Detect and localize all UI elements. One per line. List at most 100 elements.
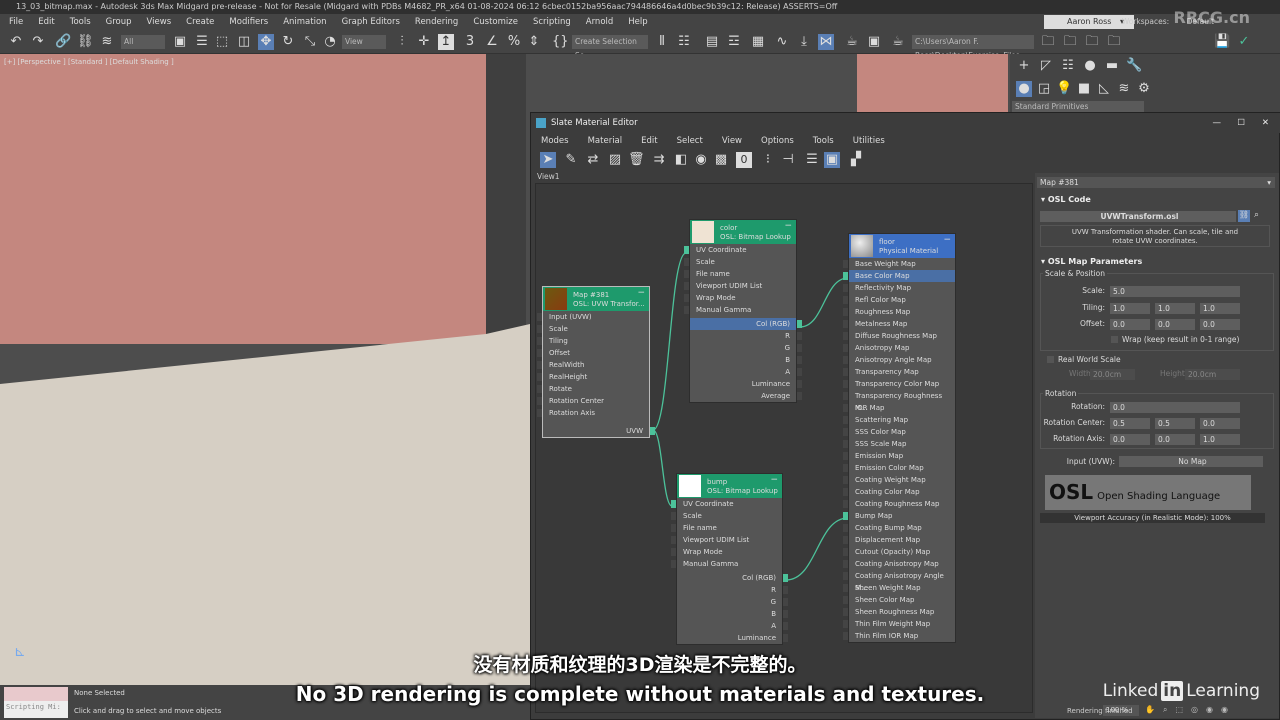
output-socket[interactable]: [783, 574, 788, 582]
input-slot[interactable]: File name: [684, 268, 796, 280]
layout-children-icon[interactable]: ⊣: [780, 152, 796, 168]
input-slot[interactable]: Thin Film IOR Map: [843, 630, 955, 642]
input-socket[interactable]: [843, 272, 848, 280]
angle-snap-icon[interactable]: ∠: [484, 34, 500, 50]
node-bump[interactable]: bump OSL: Bitmap Lookup − UV Coordinate Scal…: [671, 473, 788, 645]
input-socket[interactable]: [537, 349, 542, 357]
node-wire[interactable]: [785, 517, 849, 581]
show-background-icon[interactable]: ▩: [713, 152, 729, 168]
input-slot[interactable]: Scale: [537, 323, 649, 335]
sme-menu-utilities[interactable]: Utilities: [853, 136, 885, 146]
menu-rendering[interactable]: Rendering: [415, 17, 458, 27]
output-socket[interactable]: [783, 610, 788, 618]
output-slot[interactable]: Luminance: [690, 378, 802, 390]
input-slot[interactable]: UV Coordinate: [671, 498, 782, 510]
curve-editor-icon[interactable]: ∿: [774, 34, 790, 50]
input-socket[interactable]: [843, 536, 848, 544]
node-color[interactable]: color OSL: Bitmap Lookup − UV Coordinate Sca…: [684, 219, 802, 403]
osl-code-rollout[interactable]: ▾ OSL Code: [1035, 189, 1091, 204]
sme-menu-options[interactable]: Options: [761, 136, 794, 146]
input-socket[interactable]: [843, 512, 848, 520]
show-map-in-viewport-icon[interactable]: ◉: [693, 152, 709, 168]
input-slot[interactable]: Tiling: [537, 335, 649, 347]
input-socket[interactable]: [843, 404, 848, 412]
input-socket[interactable]: [843, 320, 848, 328]
select-move-icon[interactable]: ✥: [258, 34, 274, 50]
delete-icon[interactable]: 🗑: [628, 152, 645, 168]
input-socket[interactable]: [843, 344, 848, 352]
menu-graph-editors[interactable]: Graph Editors: [342, 17, 400, 27]
hide-unused-slots-icon[interactable]: ◧: [673, 152, 689, 168]
new-project-icon[interactable]: 🗀: [1062, 34, 1078, 50]
input-socket[interactable]: [843, 500, 848, 508]
input-slot[interactable]: Sheen Roughness Map: [843, 606, 955, 618]
create-tab-icon[interactable]: +: [1016, 58, 1032, 74]
input-slot[interactable]: Anisotropy Map: [843, 342, 955, 354]
geometry-icon[interactable]: ●: [1016, 81, 1032, 97]
sme-menu-edit[interactable]: Edit: [641, 136, 657, 146]
input-slot[interactable]: Sheen Color Map: [843, 594, 955, 606]
input-slot[interactable]: Metalness Map: [843, 318, 955, 330]
input-slot[interactable]: Transparency Map: [843, 366, 955, 378]
input-socket[interactable]: [537, 409, 542, 417]
utilities-tab-icon[interactable]: 🔧: [1126, 58, 1142, 74]
hierarchy-tab-icon[interactable]: ☷: [1060, 58, 1076, 74]
output-slot[interactable]: G: [690, 342, 802, 354]
input-slot[interactable]: Input (UVW): [537, 311, 649, 323]
input-uvw-map-button[interactable]: No Map: [1119, 456, 1263, 467]
input-socket[interactable]: [684, 270, 689, 278]
shapes-icon[interactable]: ◲: [1036, 81, 1052, 97]
input-socket[interactable]: [671, 536, 676, 544]
link-icon[interactable]: 🔗: [55, 34, 71, 50]
input-slot[interactable]: RealHeight: [537, 371, 649, 383]
node-header[interactable]: color OSL: Bitmap Lookup −: [690, 220, 796, 244]
redo-icon[interactable]: ↷: [30, 34, 46, 50]
output-slot[interactable]: Luminance: [677, 632, 788, 644]
input-slot[interactable]: Refl Color Map: [843, 294, 955, 306]
node-header[interactable]: bump OSL: Bitmap Lookup −: [677, 474, 782, 498]
input-slot[interactable]: Viewport UDIM List: [671, 534, 782, 546]
input-socket[interactable]: [843, 524, 848, 532]
input-socket[interactable]: [684, 306, 689, 314]
material-name-dropdown[interactable]: Map #381 ▾: [1037, 177, 1275, 188]
output-socket[interactable]: [783, 634, 788, 642]
input-slot[interactable]: Roughness Map: [843, 306, 955, 318]
input-socket[interactable]: [684, 246, 689, 254]
parameter-editor-icon[interactable]: ▣: [824, 152, 840, 168]
input-socket[interactable]: [671, 548, 676, 556]
scale-spinner[interactable]: 5.0: [1110, 286, 1240, 297]
node-header[interactable]: Map #381 OSL: UVW Transfor... −: [543, 287, 649, 311]
input-socket[interactable]: [843, 632, 848, 640]
input-socket[interactable]: [843, 488, 848, 496]
input-socket[interactable]: [671, 500, 676, 508]
input-slot[interactable]: SSS Scale Map: [843, 438, 955, 450]
layout-all-icon[interactable]: ⁝: [760, 152, 776, 168]
input-slot[interactable]: Sheen Weight Map: [843, 582, 955, 594]
output-slot[interactable]: Col (RGB): [690, 318, 802, 330]
output-socket[interactable]: [797, 332, 802, 340]
output-socket[interactable]: [797, 356, 802, 364]
output-socket[interactable]: [797, 380, 802, 388]
input-slot[interactable]: Viewport UDIM List: [684, 280, 796, 292]
input-slot[interactable]: Manual Gamma: [671, 558, 782, 570]
menu-file[interactable]: File: [9, 17, 23, 27]
named-selection-set-dropdown[interactable]: Create Selection Se: [572, 35, 648, 60]
snaps-toggle-icon[interactable]: 3: [462, 34, 478, 50]
collapse-icon[interactable]: −: [784, 222, 792, 231]
input-slot[interactable]: Transparency Roughness M...: [843, 390, 955, 412]
minimize-button[interactable]: —: [1213, 113, 1222, 133]
input-slot[interactable]: Anisotropy Angle Map: [843, 354, 955, 366]
display-tab-icon[interactable]: ▬: [1104, 58, 1120, 74]
input-socket[interactable]: [843, 308, 848, 316]
input-slot[interactable]: Coating Anisotropy Map: [843, 558, 955, 570]
project-path-dropdown[interactable]: C:\Users\Aaron F. Ross\Desktop\Exercise_…: [912, 35, 1034, 60]
input-socket[interactable]: [843, 548, 848, 556]
menu-customize[interactable]: Customize: [473, 17, 518, 27]
input-slot[interactable]: File name: [671, 522, 782, 534]
menu-tools[interactable]: Tools: [70, 17, 91, 27]
input-slot[interactable]: Rotate: [537, 383, 649, 395]
motion-tab-icon[interactable]: ●: [1082, 58, 1098, 74]
output-slot[interactable]: Col (RGB): [677, 572, 788, 584]
input-slot[interactable]: Reflectivity Map: [843, 282, 955, 294]
layer-explorer-icon[interactable]: ☲: [726, 34, 742, 50]
